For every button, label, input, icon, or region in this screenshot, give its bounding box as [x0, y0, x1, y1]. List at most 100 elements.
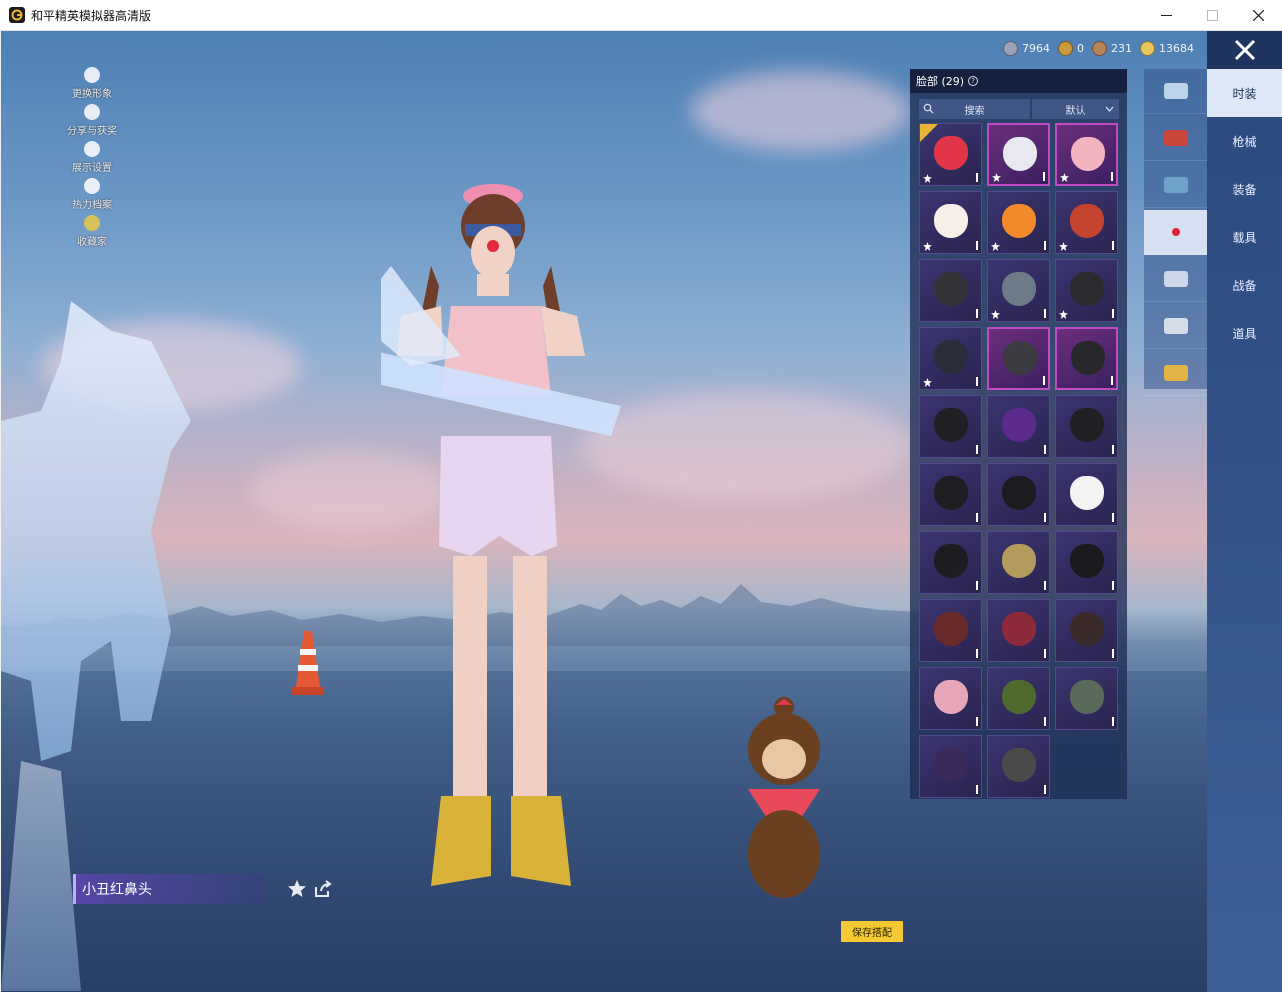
item-cell-half-mask-4[interactable]: [987, 463, 1050, 526]
item-indicator: [976, 581, 978, 590]
item-cell-black-respirator[interactable]: [919, 259, 982, 322]
item-thumbnail-plague-mask: [1070, 272, 1104, 306]
item-cell-neon-mask[interactable]: [987, 395, 1050, 458]
item-indicator: [976, 785, 978, 794]
item-indicator: [976, 309, 978, 318]
item-thumbnail-half-mask-1: [934, 408, 968, 442]
item-indicator: [1044, 717, 1046, 726]
favorite-star-icon: [923, 174, 932, 183]
tab-vehicles[interactable]: 载具: [1207, 213, 1282, 261]
item-thumbnail-balaclava-red: [1070, 612, 1104, 646]
tab-combat-gear[interactable]: 战备: [1207, 261, 1282, 309]
tab-fashion[interactable]: 时装: [1207, 69, 1282, 117]
item-cell-balaclava-red[interactable]: [1055, 599, 1118, 662]
sub-tab-glove[interactable]: [1144, 116, 1207, 161]
maximize-icon: [1206, 10, 1218, 21]
item-indicator: [1044, 241, 1046, 250]
item-indicator: [976, 377, 978, 386]
item-cell-half-mask-3[interactable]: [919, 463, 982, 526]
currency-item: 0: [1058, 41, 1084, 56]
maximize-button[interactable]: [1189, 0, 1235, 31]
item-cell-white-beard[interactable]: [1055, 463, 1118, 526]
item-cell-orange-mask[interactable]: [987, 191, 1050, 254]
item-cell-tactical-mask[interactable]: [919, 327, 982, 390]
item-thumbnail-alan-walker-mask: [1070, 544, 1104, 578]
face-items-panel: 脸部 (29) ? 搜索 默认: [910, 69, 1127, 799]
save-outfit-button[interactable]: 保存搭配: [841, 921, 903, 942]
item-cell-clown-mask[interactable]: [987, 123, 1050, 186]
item-indicator: [1044, 785, 1046, 794]
collector-badge-icon: [84, 215, 100, 231]
currency-item: 13684: [1140, 41, 1194, 56]
sub-tab-vehicle[interactable]: [1144, 304, 1207, 349]
item-cell-helmet-mask[interactable]: [1055, 667, 1118, 730]
item-thumbnail-pig-mask: [1071, 137, 1105, 171]
close-window-button[interactable]: [1235, 0, 1281, 31]
backpack-icon: [1163, 271, 1188, 287]
sub-tab-face[interactable]: [1144, 210, 1207, 255]
item-thumbnail-gas-mask-pink: [1003, 341, 1037, 375]
item-cell-half-mask-pink[interactable]: [1055, 327, 1118, 390]
item-cell-purple-mask[interactable]: [919, 735, 982, 798]
left-menu-share[interactable]: 分享与获奖: [59, 104, 125, 141]
sub-tab-hat[interactable]: [1144, 69, 1207, 114]
tab-guns[interactable]: 枪械: [1207, 117, 1282, 165]
left-menu-display-settings[interactable]: 展示设置: [59, 141, 125, 178]
left-menu-heat-profile[interactable]: 热力档案: [59, 178, 125, 215]
item-cell-half-mask-2[interactable]: [1055, 395, 1118, 458]
favorite-star-icon: [991, 242, 1000, 251]
item-cell-plague-mask[interactable]: [1055, 259, 1118, 322]
minimize-icon: [1160, 15, 1172, 16]
share-icon[interactable]: [313, 879, 333, 899]
item-cell-clown-nose[interactable]: [919, 123, 982, 186]
tab-equipment[interactable]: 装备: [1207, 165, 1282, 213]
item-indicator: [1111, 376, 1113, 385]
item-cell-pig-mask[interactable]: [1055, 123, 1118, 186]
item-cell-alan-walker-mask[interactable]: [1055, 531, 1118, 594]
item-cell-egg-face-mask[interactable]: [919, 191, 982, 254]
shoe-icon: [1163, 177, 1188, 193]
item-indicator: [976, 173, 978, 182]
item-cell-pink-face-mask[interactable]: [919, 667, 982, 730]
star-icon[interactable]: [287, 879, 307, 899]
favorite-star-icon: [1059, 310, 1068, 319]
item-thumbnail-helmet-mask: [1070, 680, 1104, 714]
item-cell-gas-mask-pink[interactable]: [987, 327, 1050, 390]
sub-tab-shoe[interactable]: [1144, 163, 1207, 208]
item-thumbnail-egg-face-mask: [934, 204, 968, 238]
sub-tab-wings[interactable]: [1144, 351, 1207, 396]
favorite-star-icon: [992, 173, 1001, 182]
item-thumbnail-clown-mask: [1003, 137, 1037, 171]
item-cell-soldier-helmet[interactable]: [987, 735, 1050, 798]
item-cell-half-mask-1[interactable]: [919, 395, 982, 458]
left-menu-collector[interactable]: 收藏家: [59, 215, 125, 252]
close-wardrobe-button[interactable]: [1207, 31, 1282, 69]
item-cell-dive-goggles[interactable]: [1055, 191, 1118, 254]
favorite-star-icon: [991, 310, 1000, 319]
left-menu-change-avatar[interactable]: 更换形象: [59, 67, 125, 104]
item-cell-khaki-scarf[interactable]: [987, 531, 1050, 594]
item-cell-scarf-mask[interactable]: [987, 259, 1050, 322]
minimize-button[interactable]: [1143, 0, 1189, 31]
item-thumbnail-neon-mask: [1002, 408, 1036, 442]
item-cell-red-demon-mask[interactable]: [987, 599, 1050, 662]
item-indicator: [1112, 445, 1114, 454]
favorite-star-icon: [1060, 173, 1069, 182]
sub-tab-backpack[interactable]: [1144, 257, 1207, 302]
currency-bar: 7964 0 231 13684: [1003, 41, 1194, 56]
item-thumbnail-half-mask-2: [1070, 408, 1104, 442]
tab-items[interactable]: 道具: [1207, 309, 1282, 357]
item-cell-camo-scarf[interactable]: [987, 667, 1050, 730]
currency-item: 231: [1092, 41, 1132, 56]
traffic-cone: [292, 631, 324, 695]
help-icon[interactable]: ?: [968, 76, 979, 86]
search-input[interactable]: 搜索: [919, 99, 1030, 119]
panel-title: 脸部 (29): [916, 75, 965, 88]
coin-bronze-icon: [1092, 41, 1107, 56]
item-thumbnail-gas-mask-black: [934, 544, 968, 578]
selected-item-name: 小丑红鼻头: [73, 874, 263, 904]
item-cell-red-visor-mask[interactable]: [919, 599, 982, 662]
close-icon: [1234, 39, 1255, 61]
item-cell-gas-mask-black[interactable]: [919, 531, 982, 594]
sort-dropdown[interactable]: 默认: [1032, 99, 1119, 119]
